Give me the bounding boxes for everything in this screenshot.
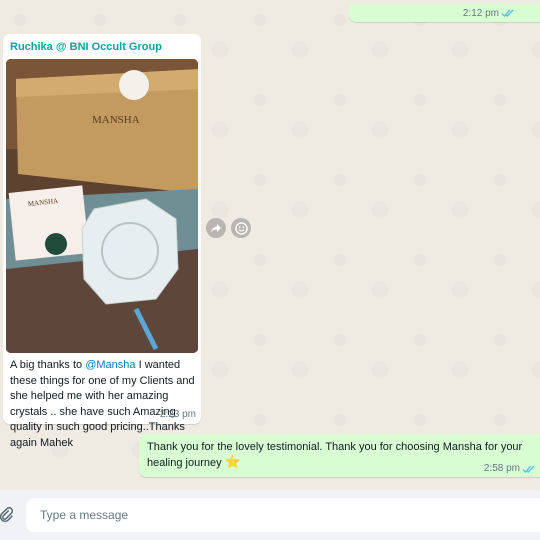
outgoing-message-top[interactable]: 2:12 pm — [349, 4, 540, 22]
outgoing-message-bottom[interactable]: Thank you for the lovely testimonial. Th… — [139, 434, 540, 477]
emoji-icon — [234, 221, 248, 235]
photo-image: MANSHA MANSHA — [6, 59, 198, 353]
message-photo[interactable]: MANSHA MANSHA — [6, 59, 198, 353]
message-input[interactable] — [26, 498, 540, 532]
message-time: 2:12 pm — [462, 8, 499, 19]
incoming-message[interactable]: Ruchika @ BNI Occult Group MANSHA MANSHA… — [3, 34, 201, 449]
star-emoji: ⭐ — [224, 453, 241, 469]
composer-bar — [0, 490, 540, 540]
forward-icon — [211, 224, 221, 233]
react-button[interactable] — [231, 218, 251, 238]
message-text-body: Thank you for the lovely testimonial. Th… — [147, 441, 523, 469]
message-text-start: A big thanks to — [10, 359, 86, 371]
mention-link[interactable]: @Mansha — [85, 359, 135, 371]
attach-icon[interactable] — [0, 506, 14, 524]
forward-button[interactable] — [206, 218, 226, 238]
box-print: MANSHA — [92, 114, 140, 126]
double-check-icon — [522, 465, 535, 474]
message-time: 2:58 pm — [483, 463, 520, 474]
double-check-icon — [501, 9, 514, 18]
message-input-box[interactable] — [26, 498, 540, 532]
message-time: 2:23 pm — [159, 409, 196, 420]
sender-name[interactable]: Ruchika @ BNI Occult Group — [10, 41, 162, 53]
message-text: Thank you for the lovely testimonial. Th… — [147, 440, 540, 471]
